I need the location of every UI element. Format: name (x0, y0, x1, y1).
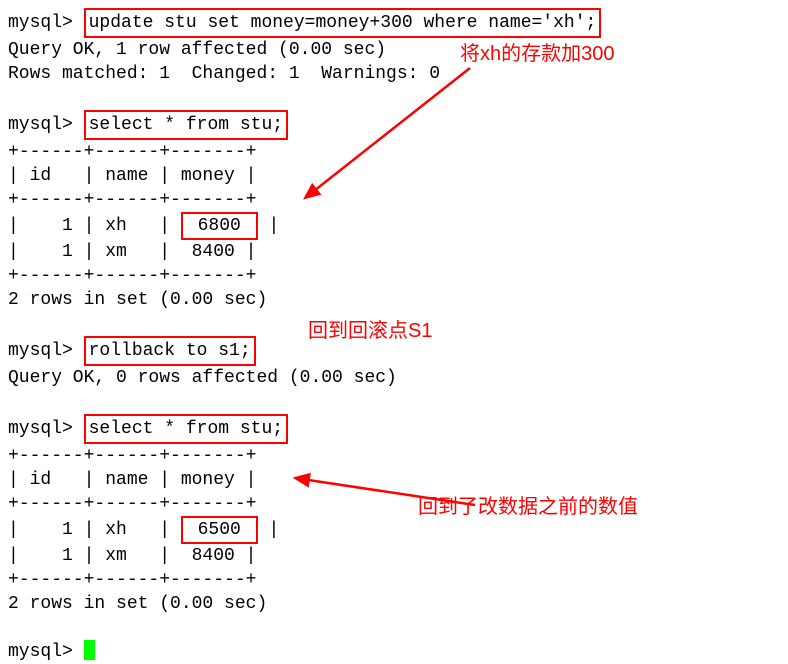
mysql-prompt: mysql> (8, 642, 73, 662)
sql-select-command-2: select * from stu; (84, 414, 288, 444)
table-row: | 1 | xh | 6800 | (8, 212, 780, 240)
rows-matched-line: Rows matched: 1 Changed: 1 Warnings: 0 (8, 62, 780, 86)
highlighted-value-6800: 6800 (181, 212, 258, 240)
query-ok-line: Query OK, 1 row affected (0.00 sec) (8, 38, 780, 62)
table-border: +------+------+-------+ (8, 188, 780, 212)
annotation-rollback-s1: 回到回滚点S1 (308, 319, 432, 343)
table-header: | id | name | money | (8, 164, 780, 188)
table-row: | 1 | xh | 6500 | (8, 516, 780, 544)
table-border: +------+------+-------+ (8, 568, 780, 592)
result-footer: 2 rows in set (0.00 sec) (8, 288, 780, 312)
result-footer: 2 rows in set (0.00 sec) (8, 592, 780, 616)
mysql-prompt: mysql> (8, 341, 73, 361)
table-header: | id | name | money | (8, 468, 780, 492)
annotation-add-300: 将xh的存款加300 (460, 42, 615, 66)
table-border: +------+------+-------+ (8, 444, 780, 468)
annotation-value-restored: 回到了改数据之前的数值 (418, 495, 638, 519)
sql-rollback-command: rollback to s1; (84, 336, 256, 366)
query-ok-line: Query OK, 0 rows affected (0.00 sec) (8, 366, 780, 390)
highlighted-value-6500: 6500 (181, 516, 258, 544)
table-border: +------+------+-------+ (8, 264, 780, 288)
table-border: +------+------+-------+ (8, 492, 780, 516)
table-row: | 1 | xm | 8400 | (8, 240, 780, 264)
cursor-icon (84, 640, 95, 660)
table-border: +------+------+-------+ (8, 140, 780, 164)
sql-select-command-1: select * from stu; (84, 110, 288, 140)
table-row: | 1 | xm | 8400 | (8, 544, 780, 568)
mysql-prompt: mysql> (8, 419, 73, 439)
mysql-prompt: mysql> (8, 115, 73, 135)
sql-update-command: update stu set money=money+300 where nam… (84, 8, 602, 38)
mysql-prompt: mysql> (8, 13, 73, 33)
